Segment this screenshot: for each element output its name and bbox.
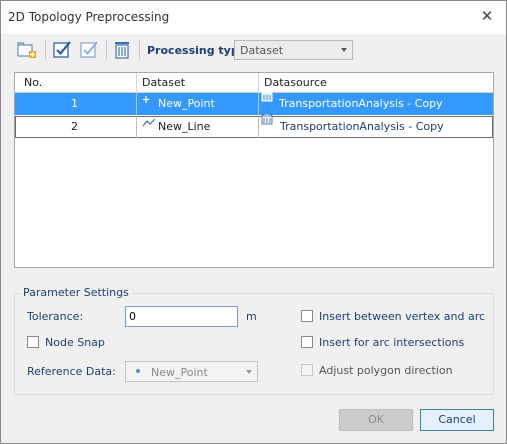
adjust-polygon-checkbox[interactable] [301, 364, 313, 376]
chevron-down-icon [341, 48, 347, 52]
add-folder-icon [17, 42, 36, 58]
insert-vertex-arc-label[interactable]: Insert between vertex and arc [319, 310, 485, 323]
add-dataset-button[interactable] [16, 39, 38, 61]
tolerance-label: Tolerance: [27, 310, 84, 323]
toolbar: Processing type: Dataset [1, 34, 506, 66]
processing-type-value: Dataset [240, 44, 284, 57]
cancel-button[interactable]: Cancel [420, 409, 494, 431]
reference-data-select[interactable]: New_Point [125, 361, 258, 382]
parameter-settings-title: Parameter Settings [21, 286, 131, 299]
insert-arc-intersections-checkbox[interactable] [301, 336, 313, 348]
point-dataset-icon [136, 369, 140, 373]
reference-data-value: New_Point [151, 366, 208, 379]
column-header-no[interactable]: No. [24, 73, 42, 92]
select-inverse-button[interactable] [78, 39, 100, 61]
row-dataset: New_Point [158, 97, 215, 110]
tolerance-value: 0 [129, 310, 136, 323]
database-icon [261, 113, 273, 135]
point-dataset-icon [142, 91, 150, 113]
select-all-button[interactable] [51, 39, 73, 61]
line-dataset-icon [142, 114, 156, 136]
adjust-polygon-label[interactable]: Adjust polygon direction [319, 364, 453, 377]
checkbox-check-light-icon [80, 41, 98, 58]
row-no: 1 [71, 97, 78, 110]
delete-button[interactable] [111, 39, 133, 61]
close-icon[interactable]: ✕ [479, 8, 495, 24]
chevron-down-icon [246, 370, 252, 374]
tolerance-input[interactable]: 0 [125, 306, 238, 327]
ok-button[interactable]: OK [339, 409, 413, 431]
database-icon [261, 90, 273, 112]
grid-header: No. Dataset Datasource [15, 73, 493, 93]
insert-arc-intersections-label[interactable]: Insert for arc intersections [319, 336, 464, 349]
table-row[interactable]: 1 New_Point TransportationAnalysis - Cop… [15, 90, 493, 115]
window-title: 2D Topology Preprocessing [8, 10, 170, 24]
row-datasource: TransportationAnalysis - Copy [280, 120, 444, 133]
dataset-grid[interactable]: No. Dataset Datasource 1 New_Point Trans… [14, 72, 494, 268]
checkbox-checked-icon [53, 41, 71, 58]
column-header-dataset[interactable]: Dataset [136, 73, 185, 92]
title-bar: 2D Topology Preprocessing ✕ [1, 1, 506, 34]
reference-data-label: Reference Data: [27, 365, 116, 378]
tolerance-unit: m [246, 310, 257, 323]
insert-vertex-arc-checkbox[interactable] [301, 310, 313, 322]
trash-icon [115, 42, 129, 59]
node-snap-label[interactable]: Node Snap [45, 336, 105, 349]
row-no: 2 [71, 120, 78, 133]
dialog-window: 2D Topology Preprocessing ✕ Processing t… [0, 0, 507, 444]
row-datasource: TransportationAnalysis - Copy [279, 97, 443, 110]
processing-type-select[interactable]: Dataset [234, 40, 353, 60]
node-snap-checkbox[interactable] [27, 336, 39, 348]
row-dataset: New_Line [158, 120, 211, 133]
table-row[interactable]: 2 New_Line TransportationAnalysis - Copy [15, 113, 493, 138]
